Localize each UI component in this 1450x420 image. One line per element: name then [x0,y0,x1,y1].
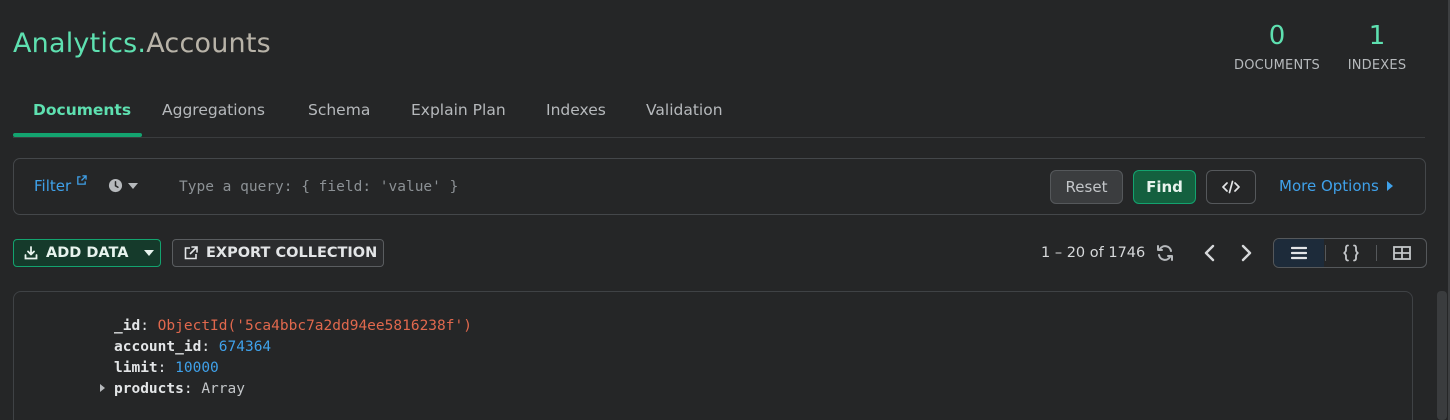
indexes-count: 1 [1368,21,1386,51]
code-icon [1222,180,1240,194]
active-tab-indicator [13,133,142,137]
document-card[interactable]: _id: ObjectId('5ca4bbc7a2dd94ee5816238f'… [13,291,1413,420]
curly-braces-icon [1343,244,1359,262]
field-row-expandable[interactable]: products: Array [100,379,472,400]
documents-count: 0 [1268,21,1286,51]
field-key: limit [114,360,158,376]
view-switcher [1273,238,1427,268]
more-options-label: More Options [1279,177,1379,195]
more-options-button[interactable]: More Options [1279,177,1393,195]
field-key: _id [114,318,141,334]
tab-aggregations[interactable]: Aggregations [162,101,265,137]
query-history-button[interactable] [108,178,138,193]
query-bar: Filter Reset Find More Options [13,158,1426,215]
download-icon [24,246,38,260]
tab-indexes[interactable]: Indexes [546,101,606,137]
documents-label: DOCUMENTS [1234,58,1320,73]
refresh-icon[interactable] [1155,243,1175,263]
clock-icon [108,178,123,193]
indexes-stat: 1 INDEXES [1348,22,1406,73]
list-view-button[interactable] [1274,239,1324,267]
add-data-button[interactable]: ADD DATA [13,239,161,267]
page-title: Analytics.Accounts [13,28,271,59]
documents-toolbar: ADD DATA EXPORT COLLECTION 1 – 20 of 174… [0,238,1450,269]
table-icon [1393,246,1411,260]
find-button[interactable]: Find [1133,170,1196,204]
field-key: account_id [114,339,202,355]
caret-right-icon [1386,181,1393,191]
filter-link[interactable]: Filter [34,177,71,195]
tab-schema[interactable]: Schema [308,101,370,137]
caret-down-icon [144,250,155,256]
field-value: 10000 [175,360,219,376]
caret-down-icon [128,182,138,189]
tab-validation[interactable]: Validation [646,101,723,137]
export-collection-label: EXPORT COLLECTION [206,245,378,261]
field-row: account_id: 674364 [114,339,272,355]
document-fields: _id: ObjectId('5ca4bbc7a2dd94ee5816238f'… [100,316,472,400]
chevron-right-icon[interactable] [1238,243,1254,263]
query-input[interactable] [179,176,1019,198]
field-value: Array [201,381,245,397]
export-to-language-button[interactable] [1206,170,1256,204]
chevron-left-icon[interactable] [1202,243,1218,263]
tab-documents[interactable]: Documents [33,101,131,137]
database-name: Analytics [13,28,138,59]
reset-button[interactable]: Reset [1050,170,1123,204]
title-separator: . [137,28,147,59]
field-key: products [114,381,184,397]
collection-tabs: Documents Aggregations Schema Explain Pl… [13,100,1425,138]
indexes-label: INDEXES [1347,58,1407,73]
export-collection-button[interactable]: EXPORT COLLECTION [172,239,384,267]
tab-explain-plan[interactable]: Explain Plan [411,101,506,137]
field-value: 674364 [218,339,272,355]
pagination-text: 1 – 20 of 1746 [1041,245,1146,261]
documents-stat: 0 DOCUMENTS [1232,22,1322,73]
field-row: limit: 10000 [114,360,219,376]
external-link-icon[interactable] [76,175,87,186]
list-icon [1291,246,1307,260]
scrollbar-thumb[interactable] [1437,291,1447,420]
expand-caret-icon[interactable] [100,384,105,392]
table-view-button[interactable] [1377,239,1427,267]
json-view-button[interactable] [1326,239,1376,267]
field-row: _id: ObjectId('5ca4bbc7a2dd94ee5816238f'… [114,318,472,334]
scrollbar[interactable] [1436,291,1450,420]
add-data-label: ADD DATA [46,245,129,261]
collection-name: Accounts [146,28,271,59]
field-value: ObjectId('5ca4bbc7a2dd94ee5816238f') [157,318,472,334]
export-icon [184,246,198,260]
